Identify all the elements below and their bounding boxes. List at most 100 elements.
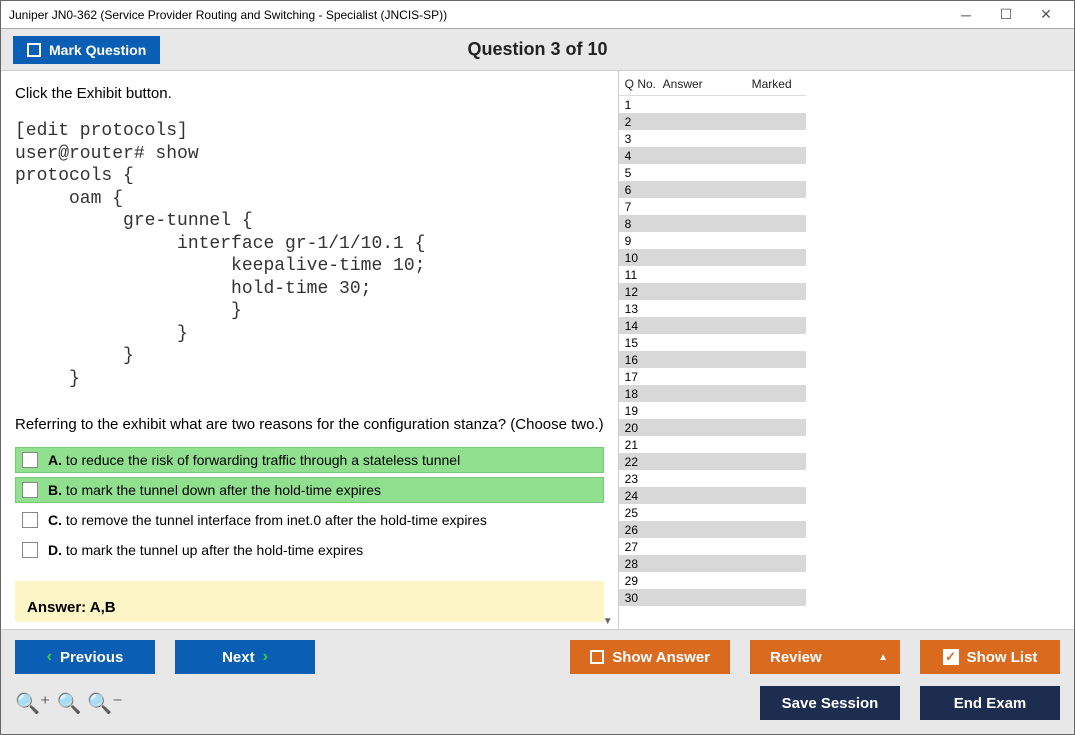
nav-qno: 8 <box>625 217 663 231</box>
nav-row[interactable]: 9 <box>619 232 806 249</box>
nav-row[interactable]: 21 <box>619 436 806 453</box>
nav-row[interactable]: 27 <box>619 538 806 555</box>
nav-row[interactable]: 1 <box>619 96 806 113</box>
nav-qno: 20 <box>625 421 663 435</box>
nav-qno: 2 <box>625 115 663 129</box>
option-checkbox[interactable] <box>22 482 38 498</box>
previous-button[interactable]: ‹ Previous <box>15 640 155 674</box>
nav-qno: 24 <box>625 489 663 503</box>
nav-qno: 19 <box>625 404 663 418</box>
nav-qno: 13 <box>625 302 663 316</box>
nav-row[interactable]: 26 <box>619 521 806 538</box>
nav-row[interactable]: 15 <box>619 334 806 351</box>
header-bar: Mark Question Question 3 of 10 <box>1 29 1074 71</box>
nav-row[interactable]: 6 <box>619 181 806 198</box>
review-button[interactable]: Review ▲ <box>750 640 900 674</box>
option-row-b[interactable]: B. to mark the tunnel down after the hol… <box>15 477 604 503</box>
window-controls: ─ ☐ ✕ <box>946 1 1066 29</box>
nav-row[interactable]: 3 <box>619 130 806 147</box>
next-button[interactable]: Next › <box>175 640 315 674</box>
nav-qno: 5 <box>625 166 663 180</box>
show-list-button[interactable]: ✓ Show List <box>920 640 1060 674</box>
button-row-2: 🔍⁺ 🔍 🔍⁻ Save Session End Exam <box>15 686 1060 720</box>
nav-row[interactable]: 14 <box>619 317 806 334</box>
option-checkbox[interactable] <box>22 542 38 558</box>
nav-qno: 23 <box>625 472 663 486</box>
minimize-button[interactable]: ─ <box>946 1 986 29</box>
option-row-a[interactable]: A. to reduce the risk of forwarding traf… <box>15 447 604 473</box>
close-button[interactable]: ✕ <box>1026 1 1066 29</box>
save-session-button[interactable]: Save Session <box>760 686 900 720</box>
nav-row[interactable]: 17 <box>619 368 806 385</box>
zoom-controls: 🔍⁺ 🔍 🔍⁻ <box>15 691 123 716</box>
nav-qno: 26 <box>625 523 663 537</box>
button-row-1: ‹ Previous Next › Show Answer Review ▲ ✓… <box>15 640 1060 674</box>
exhibit-code: [edit protocols] user@router# show proto… <box>15 120 604 390</box>
option-row-d[interactable]: D. to mark the tunnel up after the hold-… <box>15 537 604 563</box>
nav-row[interactable]: 25 <box>619 504 806 521</box>
nav-qno: 14 <box>625 319 663 333</box>
nav-row[interactable]: 13 <box>619 300 806 317</box>
col-marked: Marked <box>723 77 800 91</box>
nav-row[interactable]: 5 <box>619 164 806 181</box>
nav-qno: 22 <box>625 455 663 469</box>
titlebar: Juniper JN0-362 (Service Provider Routin… <box>1 1 1074 29</box>
zoom-reset-icon[interactable]: 🔍⁺ <box>15 691 50 716</box>
nav-row[interactable]: 18 <box>619 385 806 402</box>
nav-row[interactable]: 4 <box>619 147 806 164</box>
answer-box: Answer: A,B <box>15 581 604 622</box>
option-checkbox[interactable] <box>22 512 38 528</box>
nav-qno: 4 <box>625 149 663 163</box>
mark-checkbox-icon <box>27 43 41 57</box>
option-label: A. to reduce the risk of forwarding traf… <box>48 452 460 468</box>
nav-qno: 27 <box>625 540 663 554</box>
nav-row[interactable]: 11 <box>619 266 806 283</box>
nav-qno: 30 <box>625 591 663 605</box>
col-answer: Answer <box>663 77 723 91</box>
zoom-in-icon[interactable]: 🔍 <box>56 691 81 716</box>
app-window: Juniper JN0-362 (Service Provider Routin… <box>0 0 1075 735</box>
nav-row[interactable]: 7 <box>619 198 806 215</box>
nav-qno: 1 <box>625 98 663 112</box>
dropdown-arrow-icon: ▲ <box>878 652 888 663</box>
chevron-left-icon: ‹ <box>47 648 52 666</box>
scroll-down-icon[interactable]: ▼ <box>600 613 616 629</box>
nav-row[interactable]: 29 <box>619 572 806 589</box>
option-row-c[interactable]: C. to remove the tunnel interface from i… <box>15 507 604 533</box>
answer-label: Answer: A,B <box>27 599 116 616</box>
nav-row[interactable]: 12 <box>619 283 806 300</box>
nav-row[interactable]: 24 <box>619 487 806 504</box>
nav-row[interactable]: 8 <box>619 215 806 232</box>
nav-row[interactable]: 2 <box>619 113 806 130</box>
nav-row[interactable]: 19 <box>619 402 806 419</box>
window-title: Juniper JN0-362 (Service Provider Routin… <box>9 8 447 22</box>
question-nav-panel: Q No. Answer Marked 12345678910111213141… <box>618 71 806 629</box>
option-label: D. to mark the tunnel up after the hold-… <box>48 542 363 558</box>
question-area: Click the Exhibit button. [edit protocol… <box>1 71 618 622</box>
mark-question-button[interactable]: Mark Question <box>13 36 160 64</box>
option-label: B. to mark the tunnel down after the hol… <box>48 482 381 498</box>
nav-qno: 25 <box>625 506 663 520</box>
mark-question-label: Mark Question <box>49 42 146 58</box>
nav-list[interactable]: 1234567891011121314151617181920212223242… <box>619 95 806 629</box>
option-label: C. to remove the tunnel interface from i… <box>48 512 487 528</box>
end-exam-button[interactable]: End Exam <box>920 686 1060 720</box>
nav-row[interactable]: 20 <box>619 419 806 436</box>
nav-row[interactable]: 16 <box>619 351 806 368</box>
maximize-button[interactable]: ☐ <box>986 1 1026 29</box>
nav-row[interactable]: 30 <box>619 589 806 606</box>
check-icon: ✓ <box>943 649 959 665</box>
zoom-out-icon[interactable]: 🔍⁻ <box>87 691 122 716</box>
nav-qno: 21 <box>625 438 663 452</box>
nav-qno: 9 <box>625 234 663 248</box>
option-checkbox[interactable] <box>22 452 38 468</box>
footer: ‹ Previous Next › Show Answer Review ▲ ✓… <box>1 629 1074 734</box>
show-answer-button[interactable]: Show Answer <box>570 640 730 674</box>
nav-row[interactable]: 10 <box>619 249 806 266</box>
question-instruction: Click the Exhibit button. <box>15 85 604 102</box>
nav-qno: 29 <box>625 574 663 588</box>
nav-row[interactable]: 22 <box>619 453 806 470</box>
nav-qno: 28 <box>625 557 663 571</box>
nav-row[interactable]: 23 <box>619 470 806 487</box>
nav-row[interactable]: 28 <box>619 555 806 572</box>
